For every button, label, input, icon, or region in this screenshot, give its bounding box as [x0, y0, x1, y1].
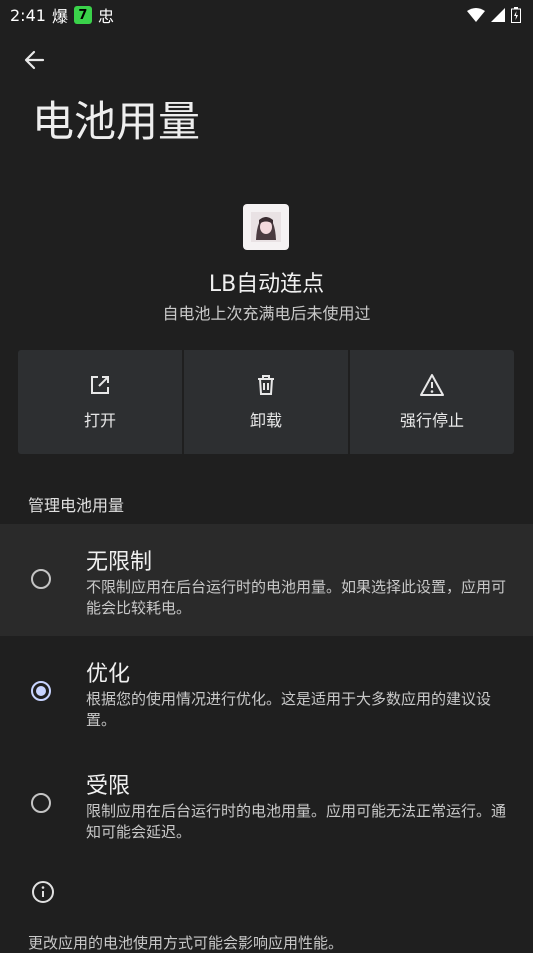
option-unrestricted[interactable]: 无限制 不限制应用在后台运行时的电池用量。如果选择此设置，应用可能会比较耗电。 — [0, 524, 533, 636]
open-label: 打开 — [83, 411, 116, 430]
app-usage-summary: 自电池上次充满电后未使用过 — [162, 304, 371, 323]
back-button[interactable] — [18, 44, 50, 76]
app-avatar-icon — [251, 212, 281, 242]
force-stop-label: 强行停止 — [399, 411, 464, 430]
notification-icon: 忠 — [97, 7, 114, 26]
wifi-icon — [467, 8, 485, 22]
uninstall-button[interactable]: 卸载 — [184, 350, 348, 454]
trash-icon — [258, 375, 274, 395]
arrow-back-icon — [24, 50, 45, 70]
radio-unrestricted[interactable] — [31, 569, 51, 589]
page-title: 电池用量 — [32, 97, 201, 146]
option-restricted[interactable]: 受限 限制应用在后台运行时的电池用量。应用可能无法正常运行。通知可能会延迟。 — [0, 748, 533, 860]
status-right — [467, 7, 521, 23]
option-description: 不限制应用在后台运行时的电池用量。如果选择此设置，应用可能会比较耗电。 — [86, 578, 507, 617]
open-external-icon — [91, 376, 109, 394]
option-title: 受限 — [86, 774, 131, 799]
option-title: 优化 — [86, 662, 131, 687]
status-left: 2:41 爆 7 忠 — [10, 3, 114, 27]
battery-icon — [511, 7, 521, 23]
signal-icon — [491, 8, 505, 22]
status-bar: 2:41 爆 7 忠 — [0, 0, 533, 30]
option-description: 根据您的使用情况进行优化。这是适用于大多数应用的建议设置。 — [86, 690, 492, 729]
radio-restricted[interactable] — [31, 793, 51, 813]
info-icon — [32, 881, 54, 903]
action-row: 打开 卸载 强行停止 — [18, 350, 514, 454]
section-header: 管理电池用量 — [28, 496, 125, 515]
option-description: 限制应用在后台运行时的电池用量。应用可能无法正常运行。通知可能会延迟。 — [86, 802, 507, 841]
radio-selected-dot — [36, 686, 46, 696]
radio-optimized[interactable] — [31, 681, 51, 701]
force-stop-button[interactable]: 强行停止 — [350, 350, 514, 454]
app-name: LB自动连点 — [208, 272, 325, 297]
notification-icon: 爆 — [51, 7, 68, 26]
option-title: 无限制 — [86, 550, 153, 575]
footer-note: 更改应用的电池使用方式可能会影响应用性能。 — [28, 934, 344, 952]
warning-icon — [420, 374, 444, 396]
open-button[interactable]: 打开 — [18, 350, 182, 454]
uninstall-label: 卸载 — [249, 411, 282, 430]
notification-badge-icon: 7 — [73, 6, 92, 24]
app-icon — [243, 204, 289, 250]
option-optimized[interactable]: 优化 根据您的使用情况进行优化。这是适用于大多数应用的建议设置。 — [0, 636, 533, 748]
status-time: 2:41 — [10, 5, 46, 25]
